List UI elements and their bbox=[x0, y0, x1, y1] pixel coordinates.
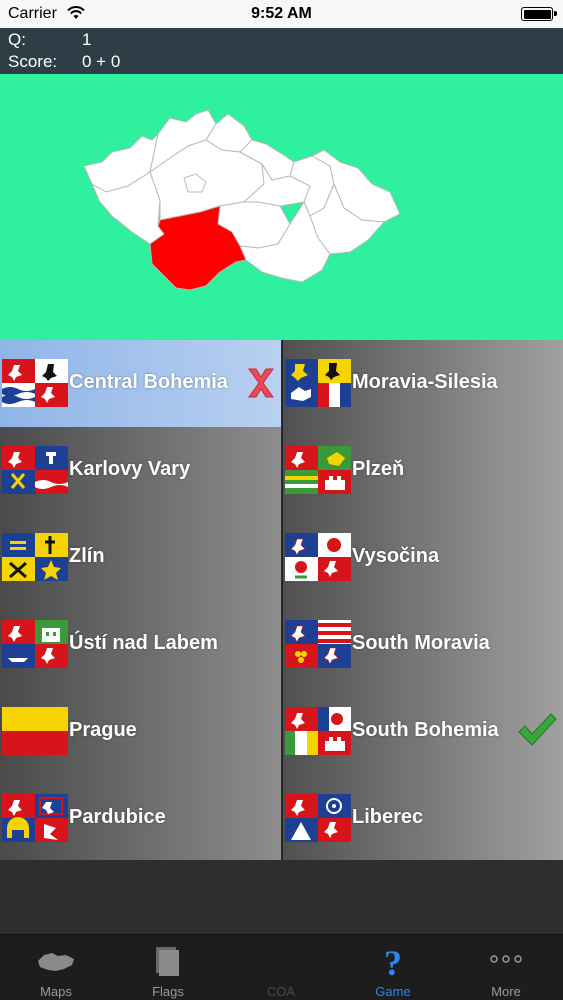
tab-label: More bbox=[491, 984, 521, 999]
prague-flag-icon bbox=[2, 707, 68, 755]
score-row: Score: 0 + 0 bbox=[8, 52, 120, 74]
answer-label: South Bohemia bbox=[352, 719, 499, 741]
wrong-x-icon bbox=[248, 368, 274, 398]
answer-label: Moravia-Silesia bbox=[352, 371, 498, 393]
more-icon bbox=[490, 955, 522, 963]
answer-label: Prague bbox=[69, 719, 137, 741]
tab-bar: Maps Flags COA ? Game More bbox=[0, 934, 563, 1000]
clock: 9:52 AM bbox=[251, 5, 312, 22]
zlin-flag-icon bbox=[2, 533, 68, 581]
answer-option-pardubice[interactable]: Pardubice bbox=[0, 775, 281, 862]
answer-label: Karlovy Vary bbox=[69, 458, 191, 480]
answer-label: Ústí nad Labem bbox=[69, 632, 218, 654]
answer-option-south-moravia[interactable]: South Moravia bbox=[283, 601, 563, 688]
tab-coa[interactable]: COA bbox=[225, 935, 337, 1000]
map-icon bbox=[38, 953, 74, 971]
quiz-info-bar: Q: 1 Score: 0 + 0 bbox=[0, 28, 563, 74]
question-icon: ? bbox=[384, 943, 402, 979]
tab-game[interactable]: ? Game bbox=[337, 935, 449, 1000]
liberec-flag-icon bbox=[285, 794, 351, 842]
answer-grid: Central Bohemia Karlovy Vary Zlín Ústí n… bbox=[0, 340, 563, 860]
status-bar: Carrier 9:52 AM bbox=[0, 0, 563, 28]
answer-option-prague[interactable]: Prague bbox=[0, 688, 281, 775]
answer-label: Plzeň bbox=[352, 458, 405, 480]
answer-column-left: Central Bohemia Karlovy Vary Zlín Ústí n… bbox=[0, 340, 281, 860]
tab-label: Game bbox=[375, 984, 411, 999]
svg-text:?: ? bbox=[384, 943, 402, 979]
answer-option-moravia-silesia[interactable]: Moravia-Silesia bbox=[283, 340, 563, 427]
answer-column-right: Moravia-Silesia Plzeň Vysočina South Mor… bbox=[282, 340, 563, 860]
score-value: 0 + 0 bbox=[82, 52, 121, 71]
answer-label: Vysočina bbox=[352, 545, 440, 567]
answer-label: Central Bohemia bbox=[69, 371, 228, 393]
south-bohemia-flag-icon bbox=[285, 707, 351, 755]
answer-label: Pardubice bbox=[69, 806, 166, 828]
pardubice-flag-icon bbox=[2, 794, 68, 842]
moravia-silesia-flag-icon bbox=[285, 359, 351, 407]
czech-regions-map bbox=[83, 109, 401, 291]
answer-option-liberec[interactable]: Liberec bbox=[283, 775, 563, 862]
answer-option-central-bohemia[interactable]: Central Bohemia bbox=[0, 340, 281, 427]
answer-label: Zlín bbox=[69, 545, 105, 567]
answer-option-karlovy-vary[interactable]: Karlovy Vary bbox=[0, 427, 281, 514]
answer-option-south-bohemia[interactable]: South Bohemia bbox=[283, 688, 563, 775]
answer-label: Liberec bbox=[352, 806, 424, 828]
answer-option-zlin[interactable]: Zlín bbox=[0, 514, 281, 601]
vysocina-flag-icon bbox=[285, 533, 351, 581]
question-row: Q: 1 bbox=[8, 30, 91, 52]
usti-nad-labem-flag-icon bbox=[2, 620, 68, 668]
central-bohemia-flag-icon bbox=[2, 359, 68, 407]
question-label: Q: bbox=[8, 30, 26, 49]
south-moravia-flag-icon bbox=[285, 620, 351, 668]
tab-label: Maps bbox=[40, 984, 72, 999]
tab-maps[interactable]: Maps bbox=[0, 935, 112, 1000]
correct-checkmark-icon bbox=[518, 713, 557, 746]
answer-label: South Moravia bbox=[352, 632, 490, 654]
answer-option-usti-nad-labem[interactable]: Ústí nad Labem bbox=[0, 601, 281, 688]
tab-label: COA bbox=[266, 984, 296, 999]
tab-flags[interactable]: Flags bbox=[112, 935, 224, 1000]
answer-option-plzen[interactable]: Plzeň bbox=[283, 427, 563, 514]
question-number: 1 bbox=[82, 30, 92, 49]
question-map bbox=[0, 74, 563, 340]
answer-option-vysocina[interactable]: Vysočina bbox=[283, 514, 563, 601]
battery-icon bbox=[521, 7, 557, 21]
tab-more[interactable]: More bbox=[450, 935, 562, 1000]
tab-label: Flags bbox=[152, 984, 184, 999]
score-label: Score: bbox=[8, 52, 58, 71]
flags-icon bbox=[156, 947, 179, 976]
coa-icon bbox=[225, 943, 337, 979]
karlovy-vary-flag-icon bbox=[2, 446, 68, 494]
plzen-flag-icon bbox=[285, 446, 351, 494]
